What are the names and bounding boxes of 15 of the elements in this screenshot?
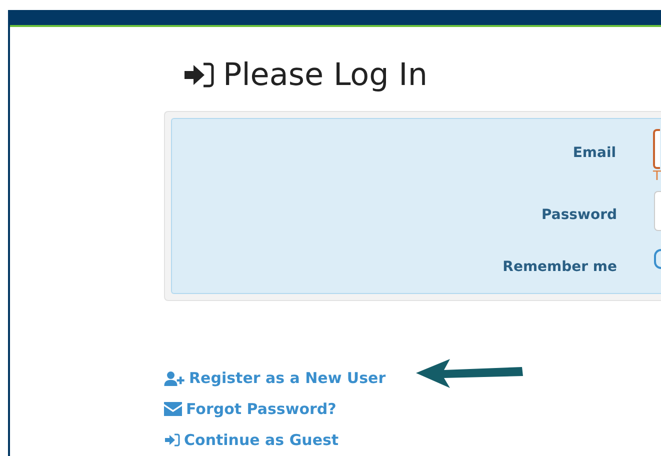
field-label: Remember me xyxy=(502,258,617,277)
input-field[interactable] xyxy=(653,129,660,169)
link[interactable]: Continue as Guest xyxy=(164,431,339,449)
sign-in-icon xyxy=(164,433,180,447)
user-plus-icon xyxy=(164,370,185,386)
field-label: Password xyxy=(540,206,617,225)
envelope-icon xyxy=(164,402,182,416)
error-message: T xyxy=(653,169,661,185)
link[interactable]: Forgot Password? xyxy=(164,400,336,418)
remember-me-radio[interactable] xyxy=(654,249,661,269)
link[interactable]: Register as a New User xyxy=(164,369,386,387)
input-field[interactable] xyxy=(654,191,661,231)
sign-in-icon xyxy=(182,61,215,89)
field-label: Email xyxy=(572,144,616,163)
page-title: Please Log In xyxy=(223,57,428,93)
